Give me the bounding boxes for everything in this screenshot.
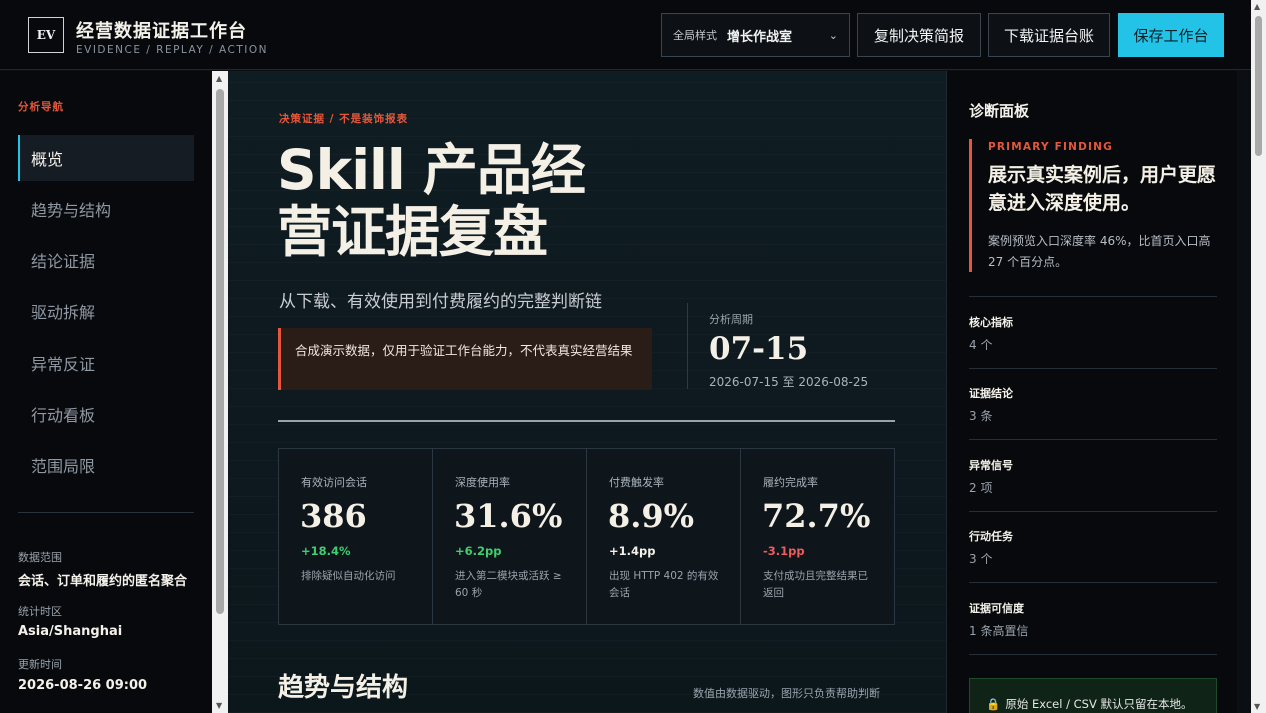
kpi-grid: 有效访问会话 386 +18.4% 排除疑似自动化访问 深度使用率 31.6% … xyxy=(278,448,895,625)
stat-label-conclusions: 证据结论 xyxy=(969,387,1013,400)
meta-value-scope: 会话、订单和履约的匿名聚合 xyxy=(18,574,188,589)
kpi-value: 386 xyxy=(300,497,367,535)
diagnosis-panel: 诊断面板 PRIMARY FINDING 展示真实案例后，用户更愿意进入深度使用… xyxy=(946,71,1237,713)
scroll-down-arrow-icon[interactable]: ▼ xyxy=(1254,702,1260,711)
sidebar-item-anomalies[interactable]: 异常反证 xyxy=(18,340,194,386)
stat-label-anomalies: 异常信号 xyxy=(969,459,1013,472)
global-style-select[interactable]: 全局样式 增长作战室 ⌄ xyxy=(661,13,850,57)
hero-eyebrow: 决策证据 / 不是装饰报表 xyxy=(279,113,409,125)
finding-headline: 展示真实案例后，用户更愿意进入深度使用。 xyxy=(988,164,1217,214)
synthetic-data-notice: 合成演示数据，仅用于验证工作台能力，不代表真实经营结果 xyxy=(278,328,652,390)
meta-value-updated: 2026-08-26 09:00 xyxy=(18,678,148,693)
hero-subtitle: 从下载、有效使用到付费履约的完整判断链 xyxy=(279,292,602,312)
kpi-delta: -3.1pp xyxy=(763,544,805,558)
kpi-label: 有效访问会话 xyxy=(301,476,367,489)
kpi-label: 付费触发率 xyxy=(609,476,664,489)
scroll-down-arrow-icon[interactable]: ▼ xyxy=(216,701,222,710)
panel-divider xyxy=(969,511,1217,512)
kpi-note: 支付成功且完整结果已返回 xyxy=(763,570,868,599)
kpi-note: 进入第二模块或活跃 ≥ 60 秒 xyxy=(455,570,562,599)
window-scroll-thumb[interactable] xyxy=(1255,16,1262,156)
finding-description: 案例预览入口深度率 46%，比首页入口高 27 个百分点。 xyxy=(988,234,1211,269)
kpi-value: 72.7% xyxy=(762,497,871,535)
panel-divider xyxy=(969,439,1217,440)
meta-label-updated: 更新时间 xyxy=(18,658,62,671)
panel-divider xyxy=(969,582,1217,583)
period-range: 2026-07-15 至 2026-08-25 xyxy=(709,375,869,389)
lock-icon: 🔒 xyxy=(986,697,1001,711)
stat-label-confidence: 证据可信度 xyxy=(969,602,1024,615)
sidebar-item-trends[interactable]: 趋势与结构 xyxy=(18,186,194,232)
scroll-up-arrow-icon[interactable]: ▲ xyxy=(216,74,222,83)
kpi-delta: +6.2pp xyxy=(455,544,502,558)
stat-label-core-metrics: 核心指标 xyxy=(969,316,1013,329)
finding-tag: PRIMARY FINDING xyxy=(988,141,1113,153)
stat-value-conclusions: 3 条 xyxy=(969,409,993,423)
app-title: 经营数据证据工作台 xyxy=(76,21,247,42)
period-divider xyxy=(687,303,688,389)
nav-heading: 分析导航 xyxy=(18,101,64,113)
sidebar-scrollbar[interactable]: ▲ ▼ xyxy=(212,71,228,713)
kpi-card-paywall: 付费触发率 8.9% +1.4pp 出现 HTTP 402 的有效会话 xyxy=(587,449,741,624)
stat-value-core-metrics: 4 个 xyxy=(969,338,993,352)
sidebar: 分析导航 概览 趋势与结构 结论证据 驱动拆解 异常反证 行动看板 范围局限 数… xyxy=(0,71,212,713)
kpi-label: 履约完成率 xyxy=(763,476,818,489)
kpi-card-fulfillment: 履约完成率 72.7% -3.1pp 支付成功且完整结果已返回 xyxy=(741,449,894,624)
sidebar-divider xyxy=(18,512,194,513)
sidebar-item-drivers[interactable]: 驱动拆解 xyxy=(18,288,194,334)
kpi-note: 出现 HTTP 402 的有效会话 xyxy=(609,570,719,599)
save-workspace-button[interactable]: 保存工作台 xyxy=(1118,13,1224,57)
period-label: 分析周期 xyxy=(709,313,753,326)
kpi-value: 31.6% xyxy=(454,497,563,535)
stat-value-confidence: 1 条高置信 xyxy=(969,624,1029,638)
kpi-delta: +1.4pp xyxy=(609,544,656,558)
scroll-up-arrow-icon[interactable]: ▲ xyxy=(1254,2,1260,11)
copy-brief-button[interactable]: 复制决策简报 xyxy=(857,13,981,57)
app-subtitle: EVIDENCE / REPLAY / ACTION xyxy=(76,44,268,56)
panel-divider xyxy=(969,296,1217,297)
local-storage-note: 🔒 原始 Excel / CSV 默认只留在本地。 xyxy=(969,678,1217,713)
main-content: 决策证据 / 不是装饰报表 Skill 产品经营证据复盘 从下载、有效使用到付费… xyxy=(228,71,946,713)
kpi-card-depth: 深度使用率 31.6% +6.2pp 进入第二模块或活跃 ≥ 60 秒 xyxy=(433,449,587,624)
hero-title: Skill 产品经营证据复盘 xyxy=(277,138,586,264)
kpi-delta: +18.4% xyxy=(301,544,351,558)
global-style-value: 增长作战室 xyxy=(727,29,793,45)
chevron-down-icon: ⌄ xyxy=(828,29,838,42)
local-storage-text: 原始 Excel / CSV 默认只留在本地。 xyxy=(1005,697,1193,711)
panel-divider xyxy=(969,368,1217,369)
top-bar: EV 经营数据证据工作台 EVIDENCE / REPLAY / ACTION … xyxy=(0,0,1266,70)
kpi-card-sessions: 有效访问会话 386 +18.4% 排除疑似自动化访问 xyxy=(279,449,433,624)
sidebar-scroll-thumb[interactable] xyxy=(216,89,224,614)
kpi-value: 8.9% xyxy=(608,497,695,535)
panel-title: 诊断面板 xyxy=(969,102,1030,120)
hero-divider xyxy=(278,420,895,422)
period-value: 07-15 xyxy=(709,331,809,367)
sidebar-item-overview[interactable]: 概览 xyxy=(18,135,194,181)
kpi-note: 排除疑似自动化访问 xyxy=(301,570,396,582)
kpi-label: 深度使用率 xyxy=(455,476,510,489)
sidebar-item-actions[interactable]: 行动看板 xyxy=(18,391,194,437)
meta-value-timezone: Asia/Shanghai xyxy=(18,624,123,639)
sidebar-item-conclusions[interactable]: 结论证据 xyxy=(18,237,194,283)
global-style-label: 全局样式 xyxy=(673,29,717,42)
stat-label-actions: 行动任务 xyxy=(969,530,1013,543)
stat-value-anomalies: 2 项 xyxy=(969,481,993,495)
meta-label-timezone: 统计时区 xyxy=(18,605,62,618)
meta-label-scope: 数据范围 xyxy=(18,551,62,564)
download-ledger-button[interactable]: 下载证据台账 xyxy=(988,13,1110,57)
app-logo: EV xyxy=(28,17,64,53)
section-note: 数值由数据驱动，图形只负责帮助判断 xyxy=(693,687,880,700)
sidebar-item-limits[interactable]: 范围局限 xyxy=(18,442,194,488)
panel-divider xyxy=(969,654,1217,655)
primary-finding: PRIMARY FINDING 展示真实案例后，用户更愿意进入深度使用。 案例预… xyxy=(969,139,1217,272)
stat-value-actions: 3 个 xyxy=(969,552,993,566)
section-title-trends: 趋势与结构 xyxy=(278,673,409,703)
window-scrollbar[interactable]: ▲ ▼ xyxy=(1251,0,1266,713)
